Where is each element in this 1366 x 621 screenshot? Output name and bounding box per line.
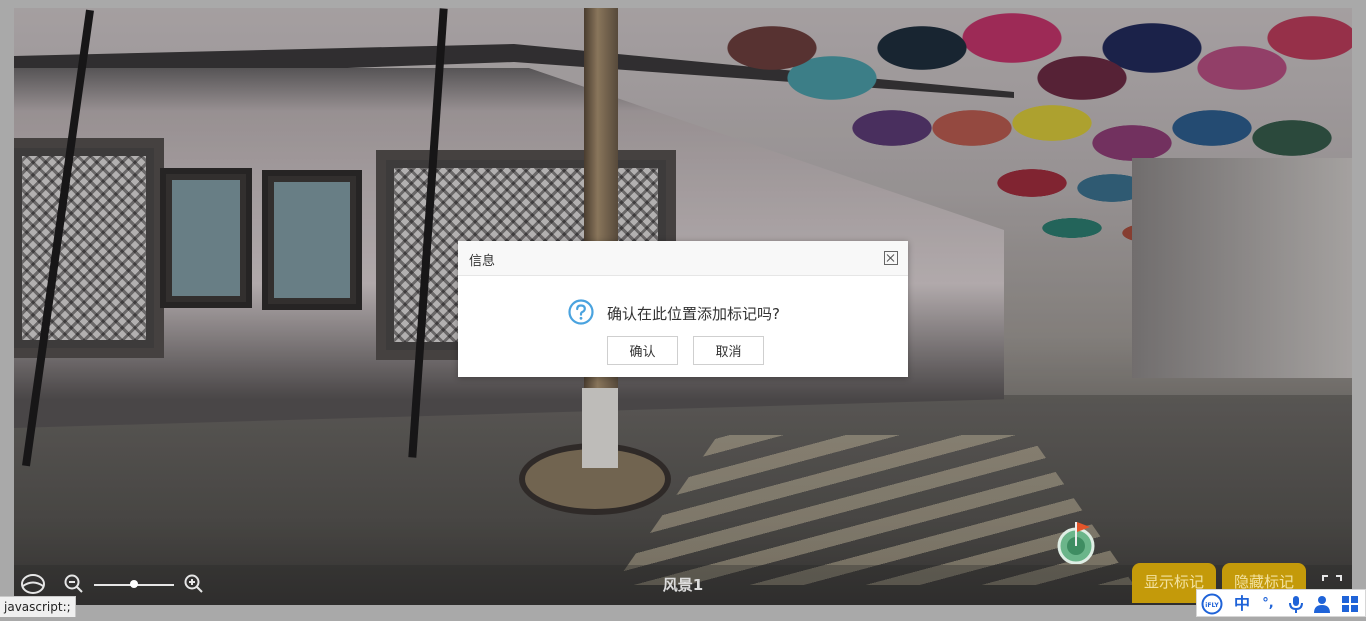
- confirm-dialog: 信息 确认在此位置添加标记吗? 确认 取消: [458, 241, 908, 377]
- flag-marker-icon[interactable]: [1054, 518, 1100, 564]
- ime-toolbar: iFLY 中 °,: [1196, 589, 1366, 617]
- dialog-body: 确认在此位置添加标记吗? 确认 取消: [458, 276, 908, 377]
- close-icon[interactable]: [884, 251, 898, 265]
- dialog-title: 信息: [469, 254, 496, 269]
- grid-icon[interactable]: [1339, 593, 1361, 615]
- ime-mode-toggle[interactable]: 中: [1231, 593, 1253, 615]
- dialog-header: 信息: [458, 241, 908, 276]
- cancel-button[interactable]: 取消: [693, 336, 764, 365]
- dialog-message: 确认在此位置添加标记吗?: [607, 305, 780, 323]
- confirm-button[interactable]: 确认: [607, 336, 678, 365]
- viewer-toolbar: 风景1 显示标记 隐藏标记: [14, 563, 1352, 605]
- status-bar-url: javascript:;: [0, 596, 76, 617]
- user-icon[interactable]: [1311, 593, 1333, 615]
- ime-brand: iFLY: [1205, 602, 1219, 609]
- microphone-icon[interactable]: [1285, 593, 1307, 615]
- ifly-logo-icon[interactable]: iFLY: [1201, 593, 1223, 615]
- ime-punctuation-toggle[interactable]: °,: [1257, 593, 1279, 615]
- question-icon: [568, 299, 594, 325]
